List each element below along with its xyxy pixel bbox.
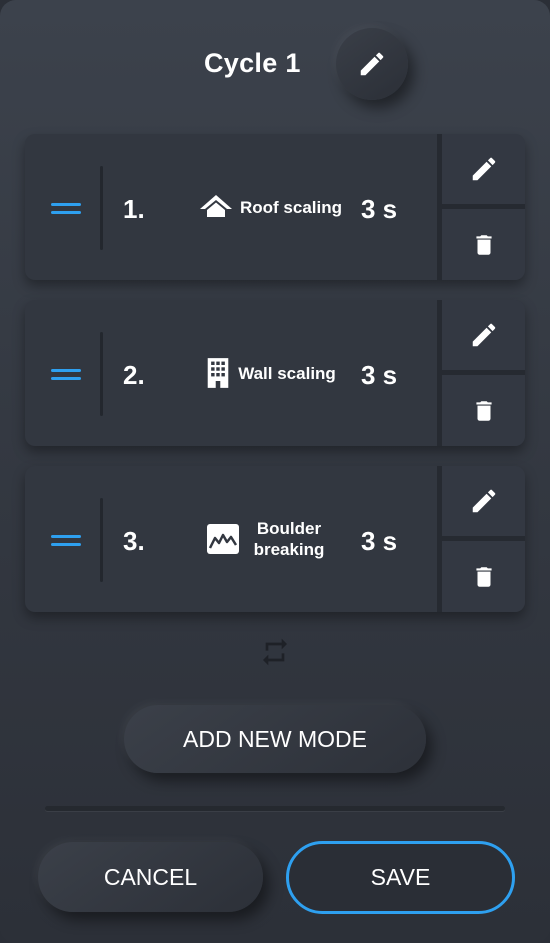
mode-number: 2. — [123, 360, 145, 390]
mode-number: 1. — [123, 194, 145, 224]
drag-handle[interactable] — [51, 535, 81, 547]
edit-cycle-button[interactable] — [336, 28, 408, 100]
mode-name: Wall scaling — [238, 363, 336, 383]
edit-mode-button[interactable] — [442, 466, 525, 536]
drag-handle[interactable] — [51, 369, 81, 381]
cycle-header: Cycle 1 — [0, 28, 550, 102]
edit-mode-button[interactable] — [442, 134, 525, 204]
building-icon — [207, 358, 229, 388]
trash-icon — [475, 566, 492, 587]
pencil-icon — [472, 323, 495, 347]
save-button[interactable]: SAVE — [286, 841, 515, 914]
repeat-icon — [263, 638, 287, 666]
cancel-button[interactable]: CANCEL — [38, 842, 263, 912]
boulder-icon — [207, 524, 239, 554]
mode-card-3: 3. Boulder breaking 3 s — [25, 466, 525, 612]
cycle-title: Cycle 1 — [204, 48, 301, 78]
repeat-toggle[interactable] — [259, 636, 291, 668]
drag-handle[interactable] — [51, 203, 81, 215]
roof-icon — [199, 195, 232, 217]
mode-name: Roof scaling — [239, 197, 342, 217]
pencil-icon — [472, 489, 495, 513]
trash-icon — [475, 234, 492, 255]
mode-info: Boulder breaking — [180, 506, 360, 572]
trash-icon — [475, 400, 492, 421]
mode-name: Boulder breaking — [253, 519, 325, 559]
divider — [100, 498, 103, 582]
pencil-icon — [472, 157, 495, 181]
mode-duration: 3 s — [361, 194, 398, 224]
mode-duration: 3 s — [361, 360, 398, 390]
delete-mode-button[interactable] — [442, 541, 525, 612]
footer-divider — [45, 806, 505, 811]
mode-number: 3. — [123, 526, 145, 556]
delete-mode-button[interactable] — [442, 375, 525, 446]
mode-card-1: 1. Roof scaling 3 s — [25, 134, 525, 280]
delete-mode-button[interactable] — [442, 209, 525, 280]
edit-mode-button[interactable] — [442, 300, 525, 370]
cycle-editor-panel: Cycle 1 1. Roof scaling 3 s 2. Wall scal… — [0, 0, 550, 943]
mode-duration: 3 s — [361, 526, 398, 556]
mode-info: Wall scaling — [180, 340, 360, 406]
pencil-icon — [360, 52, 384, 76]
mode-card-2: 2. Wall scaling 3 s — [25, 300, 525, 446]
add-new-mode-button[interactable]: ADD NEW MODE — [124, 705, 426, 773]
mode-info: Roof scaling — [180, 174, 360, 240]
divider — [100, 166, 103, 250]
divider — [100, 332, 103, 416]
